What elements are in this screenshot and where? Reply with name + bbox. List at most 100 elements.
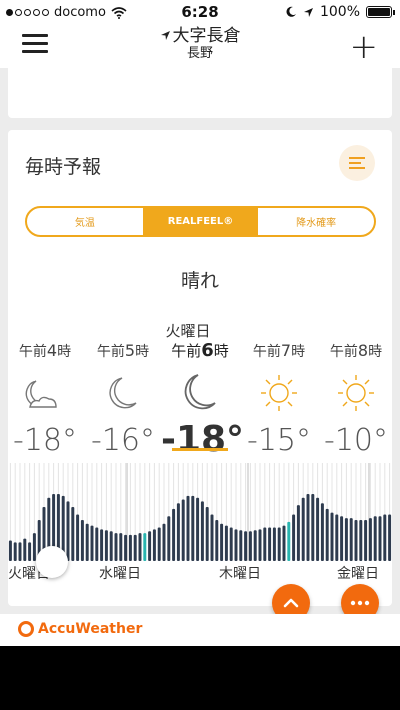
graph-bar [95,527,99,561]
graph-bar [172,508,176,561]
footer-bar: AccuWeather [0,614,400,646]
graph-bar [335,514,339,561]
graph-bar [301,497,305,561]
tab-precipitation[interactable]: 降水確率 [258,208,374,235]
graph-bar [253,530,257,561]
graph-bar [191,495,195,561]
graph-bar [287,521,291,561]
graph-bar [138,533,142,561]
graph-bar [320,503,324,561]
graph-bar [215,520,219,561]
graph-bar [13,542,17,561]
graph-bar [148,531,152,561]
brand-name: AccuWeather [38,621,143,637]
list-icon[interactable] [339,145,375,181]
graph-bar [383,514,387,561]
accuweather-sun-icon [18,621,34,637]
graph-bar [100,529,104,561]
graph-bar [18,542,22,561]
chevron-up-icon [283,598,299,608]
brand-logo[interactable]: AccuWeather [18,621,142,637]
sun-icon [338,375,374,411]
location-title[interactable]: 大字長倉 長野 [0,26,400,62]
graph-bar [205,507,209,561]
graph-bar [244,531,248,561]
status-right: 100% [285,4,395,20]
graph-bar [268,527,272,561]
graph-day-label: 金曜日 [337,566,379,582]
graph-bar [306,493,310,561]
battery-icon [366,6,395,18]
hour-temp: -15° [247,423,311,458]
graph-bar [292,514,296,561]
previous-card [8,68,392,118]
graph-bar [258,529,262,561]
graph-bar [272,527,276,561]
moon-icon [109,377,137,409]
graph-bar [200,501,204,561]
city-name: 大字長倉 [172,26,241,46]
graph-bar [263,527,267,561]
hour-column[interactable]: 午前7時 -15° [240,342,318,459]
graph-bar [364,520,368,561]
graph-bar [388,514,392,561]
current-hour-indicator [172,448,228,451]
hour-column[interactable]: 午前8時 -10° [317,342,395,459]
graph-bar [196,497,200,561]
condition-text: 晴れ [180,270,219,292]
hour-temp: -18° [13,423,77,458]
moon-icon [286,6,296,17]
graph-bar [143,533,147,561]
graph-bar [282,525,286,561]
plus-icon[interactable]: + [350,30,379,64]
graph-bar [176,503,180,561]
graph-bar [28,542,32,561]
current-day-label: 火曜日 [165,322,211,340]
tab-realfeel[interactable]: REALFEEL® [142,208,259,235]
hourly-graph[interactable] [8,463,392,561]
graph-bar [354,520,358,561]
graph-bar [76,514,80,561]
graph-bar [234,529,238,561]
graph-bar [109,531,113,561]
more-dots-icon [350,600,370,606]
graph-bar [378,516,382,561]
graph-bar [359,520,363,561]
graph-bar [66,501,70,561]
graph-day-label: 水曜日 [99,566,141,582]
graph-bar [316,497,320,561]
graph-bar [340,516,344,561]
graph-bar [124,534,128,561]
graph-bar [330,512,334,561]
card-title: 毎時予報 [25,156,102,178]
tab-temperature[interactable]: 気温 [27,208,143,235]
graph-bar [152,529,156,561]
graph-bar [220,523,224,561]
graph-bar [114,533,118,561]
hour-column-current[interactable]: 午前6時 -18° [161,342,244,458]
graph-bar [71,507,75,561]
graph-bar [296,505,300,561]
graph-bar [349,518,353,561]
hour-column[interactable]: 午前4時 -18° [6,342,84,459]
hour-temp: -10° [324,423,388,458]
graph-bar [85,523,89,561]
graph-bar [8,540,12,561]
graph-bar [167,516,171,561]
graph-bar [157,527,161,561]
nav-bar: 大字長倉 長野 + [0,26,400,68]
graph-bar [133,534,137,561]
graph-bar [32,533,36,561]
graph-bar [239,530,243,561]
status-bar: docomo 6:28 100% [0,0,400,26]
graph-scrubber-handle[interactable] [36,546,68,578]
graph-bar [373,516,377,561]
graph-bar [344,518,348,561]
graph-bar [80,520,84,561]
hour-column[interactable]: 午前5時 -16° [84,342,162,459]
app-screen: docomo 6:28 100% 大字長倉 長野 + 毎時予報 気温 REALF… [0,0,400,646]
hour-temp: -16° [91,423,155,458]
moon-icon [184,374,216,410]
prefecture-name: 長野 [186,46,213,61]
graph-bar [248,531,252,561]
